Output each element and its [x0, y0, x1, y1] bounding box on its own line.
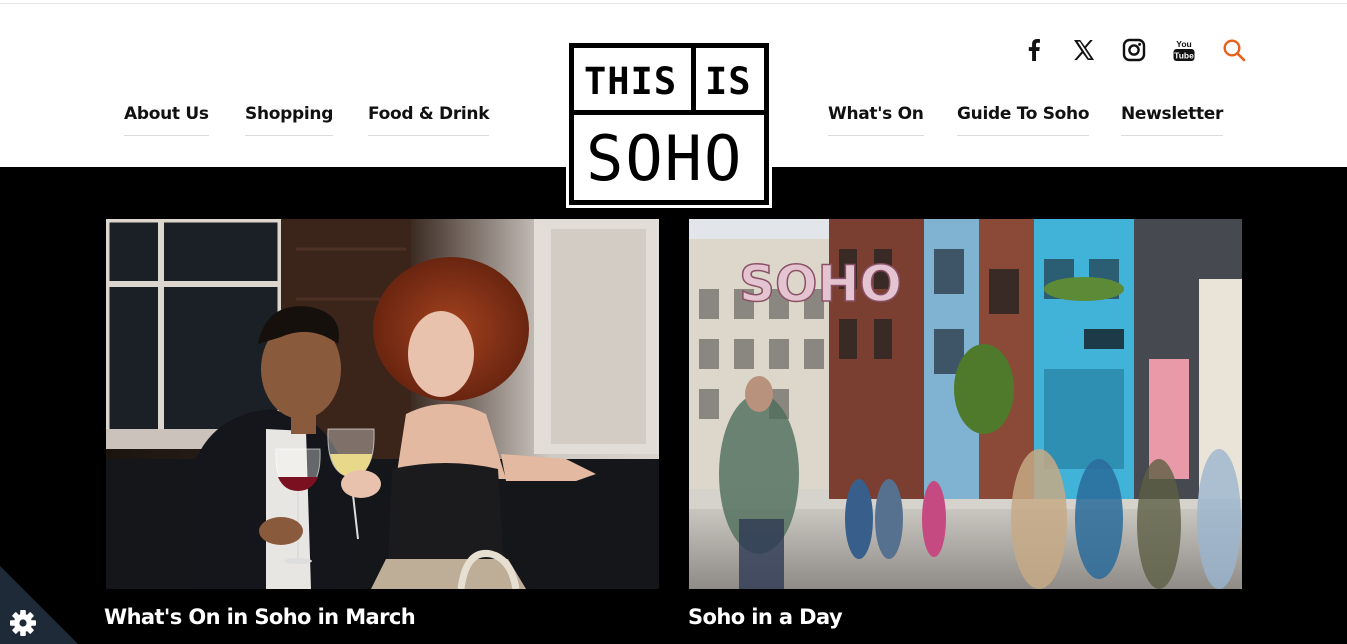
nav-whats-on[interactable]: What's On [828, 104, 924, 136]
logo-word-soho: SOHO [586, 122, 744, 195]
logo-word-this: THIS [584, 60, 678, 103]
logo-divider [691, 48, 696, 110]
nav-guide-to-soho[interactable]: Guide To Soho [957, 104, 1090, 136]
gear-icon [10, 610, 36, 636]
nav-food-drink[interactable]: Food & Drink [368, 104, 490, 136]
card-title-soho-in-a-day[interactable]: Soho in a Day [688, 605, 843, 629]
soho-street-photo[interactable]: SOHO [689, 219, 1242, 589]
nav-newsletter[interactable]: Newsletter [1121, 104, 1223, 136]
soho-sign-text: SOHO [739, 255, 902, 313]
logo-word-is: IS [705, 60, 752, 103]
nav-about-us[interactable]: About Us [124, 104, 209, 136]
logo-frame: THIS IS SOHO [569, 43, 769, 205]
youtube-icon-text-bottom: Tube [1174, 51, 1194, 61]
search-icon[interactable] [1221, 36, 1247, 64]
instagram-icon[interactable] [1121, 36, 1147, 64]
youtube-icon[interactable]: You Tube [1171, 36, 1197, 64]
card-title-whats-on-march[interactable]: What's On in Soho in March [104, 605, 416, 629]
x-icon[interactable] [1071, 36, 1097, 64]
youtube-icon-text-top: You [1176, 39, 1191, 49]
couple-with-wine-photo[interactable] [106, 219, 659, 589]
cookie-settings-button[interactable] [0, 566, 78, 644]
nav-shopping[interactable]: Shopping [245, 104, 333, 136]
facebook-icon[interactable] [1021, 36, 1047, 64]
site-logo[interactable]: THIS IS SOHO [566, 40, 772, 208]
